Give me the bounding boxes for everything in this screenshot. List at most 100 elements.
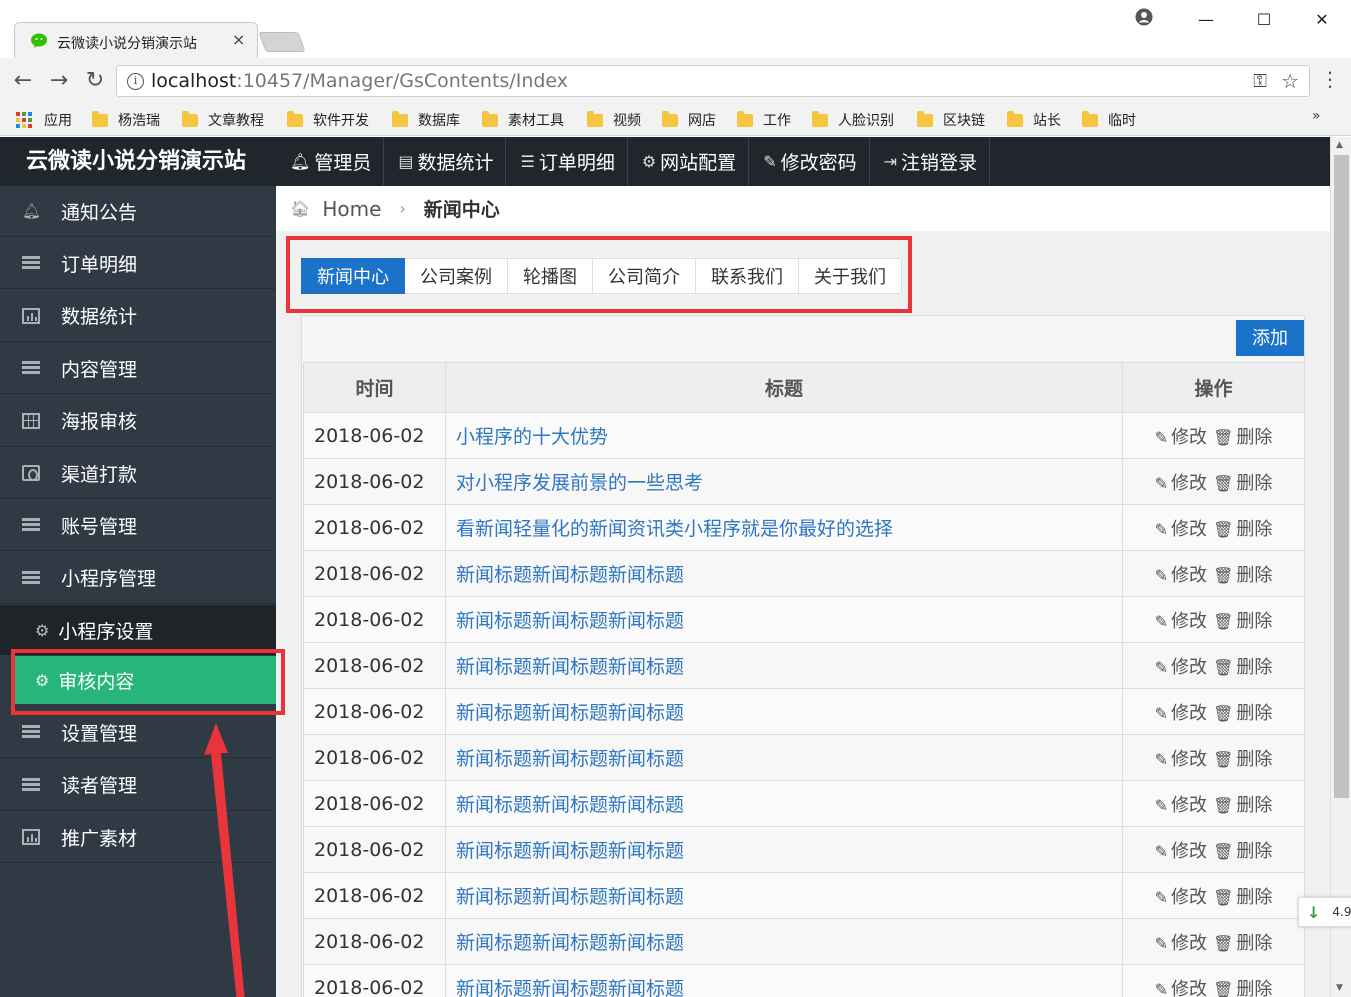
- edit-link[interactable]: ✎ 修改: [1155, 565, 1207, 586]
- row-title-link[interactable]: 新闻标题新闻标题新闻标题: [445, 918, 1123, 965]
- bookmark-folder-8[interactable]: 工作: [737, 110, 791, 130]
- edit-link[interactable]: ✎ 修改: [1155, 611, 1207, 632]
- row-title-link[interactable]: 新闻标题新闻标题新闻标题: [445, 780, 1123, 827]
- delete-link[interactable]: 🗑︎ 删除: [1213, 611, 1272, 632]
- content-tab-2[interactable]: 轮播图: [508, 258, 593, 294]
- key-icon[interactable]: ⚿: [1253, 71, 1267, 92]
- sidebar-item-7[interactable]: 小程序管理: [0, 553, 276, 604]
- content-tab-0[interactable]: 新闻中心: [301, 258, 405, 294]
- sidebar-item-after-0[interactable]: 设置管理: [0, 707, 276, 758]
- row-title-link[interactable]: 小程序的十大优势: [445, 412, 1123, 459]
- topnav-item-1[interactable]: ▤ 数据统计: [384, 137, 507, 186]
- delete-link[interactable]: 🗑︎ 删除: [1213, 565, 1272, 586]
- browser-tab[interactable]: 云微读小说分销演示站 ×: [14, 22, 258, 58]
- content-tab-4[interactable]: 联系我们: [696, 258, 799, 294]
- delete-link[interactable]: 🗑︎ 删除: [1213, 703, 1272, 724]
- reload-icon[interactable]: ↻: [82, 68, 108, 94]
- bookmarks-more-icon[interactable]: »: [1312, 108, 1321, 124]
- delete-link[interactable]: 🗑︎ 删除: [1213, 657, 1272, 678]
- row-title-link[interactable]: 新闻标题新闻标题新闻标题: [445, 872, 1123, 919]
- delete-link[interactable]: 🗑︎ 删除: [1213, 887, 1272, 908]
- row-title-link[interactable]: 新闻标题新闻标题新闻标题: [445, 826, 1123, 873]
- page-scrollbar[interactable]: ▲ ▼: [1330, 137, 1351, 997]
- profile-icon[interactable]: [1135, 8, 1153, 26]
- row-title-link[interactable]: 对小程序发展前景的一些思考: [445, 458, 1123, 505]
- info-icon[interactable]: i: [127, 73, 144, 90]
- row-title-link[interactable]: 新闻标题新闻标题新闻标题: [445, 642, 1123, 689]
- topnav-item-0[interactable]: 🔔︎ 管理员: [276, 137, 385, 186]
- tab-close-icon[interactable]: ×: [232, 30, 245, 49]
- sidebar-item-after-1[interactable]: 读者管理: [0, 760, 276, 811]
- scroll-thumb[interactable]: [1334, 155, 1349, 798]
- scroll-up-icon[interactable]: ▲: [1336, 140, 1343, 150]
- edit-link[interactable]: ✎ 修改: [1155, 749, 1207, 770]
- topnav-item-2[interactable]: ☰ 订单明细: [506, 137, 628, 186]
- bookmark-folder-5[interactable]: 素材工具: [482, 110, 564, 130]
- content-tab-5[interactable]: 关于我们: [799, 258, 902, 294]
- bookmark-folder-6[interactable]: 视频: [587, 110, 641, 130]
- star-icon[interactable]: ☆: [1281, 69, 1299, 93]
- bookmark-folder-1[interactable]: 杨浩瑞: [92, 110, 160, 130]
- delete-link[interactable]: 🗑︎ 删除: [1213, 473, 1272, 494]
- bookmark-apps[interactable]: 应用: [16, 110, 72, 130]
- back-icon[interactable]: ←: [10, 68, 36, 94]
- maximize-button[interactable]: ☐: [1235, 0, 1293, 38]
- bookmark-folder-4[interactable]: 数据库: [392, 110, 460, 130]
- sidebar-item-1[interactable]: 订单明细: [0, 238, 276, 290]
- topnav-item-3[interactable]: ⚙ 网站配置: [628, 137, 750, 186]
- bookmark-folder-7[interactable]: 网店: [662, 110, 716, 130]
- address-bar[interactable]: i localhost:10457/Manager/GsContents/Ind…: [116, 65, 1310, 97]
- row-title-link[interactable]: 新闻标题新闻标题新闻标题: [445, 688, 1123, 735]
- sidebar-item-after-2[interactable]: 推广素材: [0, 812, 276, 863]
- delete-link[interactable]: 🗑︎ 删除: [1213, 933, 1272, 954]
- delete-link[interactable]: 🗑︎ 删除: [1213, 427, 1272, 448]
- bookmark-folder-9[interactable]: 人脸识别: [812, 110, 894, 130]
- bookmark-folder-12[interactable]: 临时: [1082, 110, 1136, 130]
- row-title-link[interactable]: 看新闻轻量化的新闻资讯类小程序就是你最好的选择: [445, 504, 1123, 551]
- delete-link[interactable]: 🗑︎ 删除: [1213, 795, 1272, 816]
- content-tab-3[interactable]: 公司简介: [593, 258, 696, 294]
- edit-link[interactable]: ✎ 修改: [1155, 933, 1207, 954]
- bookmark-folder-3[interactable]: 软件开发: [287, 110, 369, 130]
- add-button[interactable]: 添加: [1236, 320, 1304, 356]
- content-tab-1[interactable]: 公司案例: [405, 258, 508, 294]
- bookmark-folder-11[interactable]: 站长: [1007, 110, 1061, 130]
- minimize-button[interactable]: —: [1177, 0, 1235, 38]
- sidebar-item-0[interactable]: 🔔︎ 通知公告: [0, 186, 276, 237]
- edit-link[interactable]: ✎ 修改: [1155, 657, 1207, 678]
- close-window-button[interactable]: ✕: [1293, 0, 1351, 38]
- sidebar-item-3[interactable]: 内容管理: [0, 343, 276, 395]
- edit-link[interactable]: ✎ 修改: [1155, 887, 1207, 908]
- sidebar-item-6[interactable]: 账号管理: [0, 500, 276, 552]
- sidebar-item-2[interactable]: 数据统计: [0, 291, 276, 342]
- sidebar-item-4[interactable]: 海报审核: [0, 396, 276, 447]
- delete-link[interactable]: 🗑︎ 删除: [1213, 979, 1272, 997]
- download-widget[interactable]: ↓ 4.9: [1298, 897, 1351, 927]
- edit-link[interactable]: ✎ 修改: [1155, 841, 1207, 862]
- bookmark-folder-2[interactable]: 文章教程: [182, 110, 264, 130]
- edit-link[interactable]: ✎ 修改: [1155, 427, 1207, 448]
- edit-link[interactable]: ✎ 修改: [1155, 473, 1207, 494]
- site-brand[interactable]: 云微读小说分销演示站: [0, 137, 276, 186]
- breadcrumb-home[interactable]: Home: [322, 197, 381, 221]
- sidebar-item-5[interactable]: 渠道打款: [0, 448, 276, 499]
- edit-link[interactable]: ✎ 修改: [1155, 703, 1207, 724]
- row-title-link[interactable]: 新闻标题新闻标题新闻标题: [445, 734, 1123, 781]
- delete-link[interactable]: 🗑︎ 删除: [1213, 519, 1272, 540]
- topnav-item-4[interactable]: ✎ 修改密码: [749, 137, 870, 186]
- bookmark-folder-10[interactable]: 区块链: [917, 110, 985, 130]
- row-title-link[interactable]: 新闻标题新闻标题新闻标题: [445, 596, 1123, 643]
- topnav-item-5[interactable]: ⇥ 注销登录: [870, 137, 991, 186]
- edit-link[interactable]: ✎ 修改: [1155, 979, 1207, 997]
- delete-link[interactable]: 🗑︎ 删除: [1213, 841, 1272, 862]
- sidebar-subitem-1[interactable]: ⚙ 审核内容: [14, 656, 276, 704]
- row-title-link[interactable]: 新闻标题新闻标题新闻标题: [445, 550, 1123, 597]
- forward-icon[interactable]: →: [46, 68, 72, 94]
- row-title-link[interactable]: 新闻标题新闻标题新闻标题: [445, 964, 1123, 997]
- scroll-down-icon[interactable]: ▼: [1336, 983, 1343, 993]
- url-text[interactable]: localhost:10457/Manager/GsContents/Index: [151, 70, 568, 92]
- edit-link[interactable]: ✎ 修改: [1155, 519, 1207, 540]
- edit-link[interactable]: ✎ 修改: [1155, 795, 1207, 816]
- new-tab-button[interactable]: [258, 32, 306, 52]
- sidebar-subitem-0[interactable]: ⚙ 小程序设置: [0, 605, 276, 655]
